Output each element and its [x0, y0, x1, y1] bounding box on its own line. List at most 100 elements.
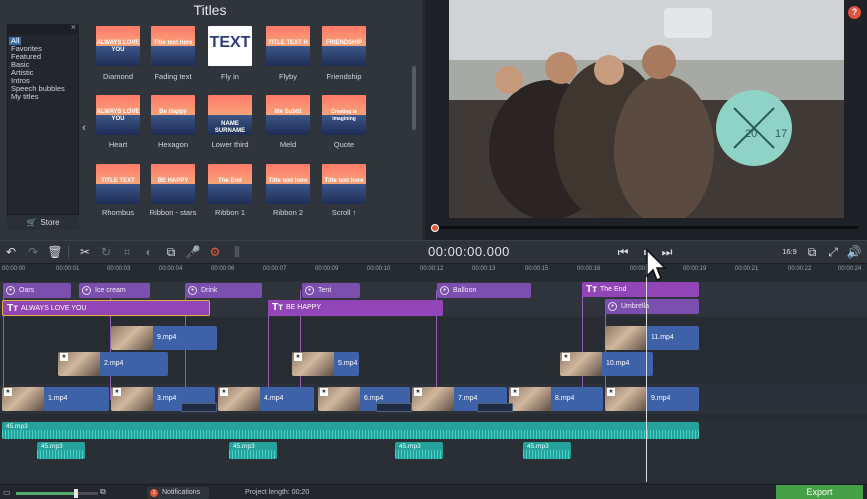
tile-preview-text: The End	[218, 178, 242, 184]
title-tile-diamond[interactable]: ALWAYS LOVE YOU	[96, 26, 140, 66]
tile-label: Ribbon 1	[214, 208, 246, 217]
sticker-clip-tent[interactable]: ● Tent	[302, 283, 360, 298]
title-tile-ribbon-2[interactable]: Title text here	[266, 164, 310, 204]
skip-back-icon[interactable]: ⏮	[614, 244, 632, 260]
tile-preview-text: Creating is imagining	[331, 109, 357, 122]
collapse-panel-button[interactable]: ‹	[79, 24, 89, 232]
titles-scrollbar[interactable]	[412, 66, 416, 130]
clip-label: 5.mp4	[338, 360, 358, 367]
tile-label: Fading text	[154, 72, 192, 81]
title-tile-friendship[interactable]: FRIENDSHIP	[322, 26, 366, 66]
preview-frame-image: 20 17	[449, 0, 844, 218]
video-clip-1[interactable]: ★ 1.mp4	[2, 387, 109, 411]
crop-icon[interactable]: ⌗	[118, 244, 136, 260]
ruler-tick: 00:00:03	[107, 266, 131, 272]
equalizer-icon[interactable]: ⫼	[228, 244, 246, 260]
clip-label: 4.mp4	[264, 395, 284, 402]
title-tile-heart[interactable]: ALWAYS LOVE YOU	[96, 95, 140, 135]
title-tile-lower-third[interactable]: NAME SURNAME	[208, 95, 252, 135]
title-tile-fly-in[interactable]: TEXT	[208, 26, 252, 66]
category-search-input[interactable]: ×	[7, 22, 79, 34]
transition-marker[interactable]	[376, 403, 412, 412]
color-adjust-icon[interactable]: ◐	[140, 244, 158, 260]
settings-gear-icon[interactable]: ⚙	[206, 244, 224, 260]
audio-clip-small[interactable]: 45.mp3	[395, 442, 443, 459]
zoom-slider-knob[interactable]	[74, 489, 78, 498]
audio-clip-small[interactable]: 45.mp3	[229, 442, 277, 459]
video-preview[interactable]: 20 17	[449, 0, 844, 218]
category-list[interactable]: All Favorites Featured Basic Artistic In…	[7, 24, 79, 218]
zoom-slider[interactable]	[16, 492, 76, 495]
clip-label: 1.mp4	[48, 395, 68, 402]
ruler-tick: 00:00:13	[472, 266, 496, 272]
title-tile-quote[interactable]: Creating is imagining	[322, 95, 366, 135]
tile-label: Ribbon - stars	[149, 208, 197, 217]
transition-marker[interactable]	[477, 403, 513, 412]
preview-seek-bar[interactable]	[432, 226, 858, 229]
title-tile-ribbon-1[interactable]: The End	[208, 164, 252, 204]
zoom-slider-track	[76, 492, 98, 495]
clip-label: Oars	[19, 287, 35, 294]
sticker-clip-umbrella[interactable]: ● Umbrella	[605, 299, 699, 314]
zoom-in-icon[interactable]: ⧉	[100, 487, 106, 497]
undo-icon[interactable]: ↶	[2, 244, 20, 260]
clip-label: 8.mp4	[555, 395, 575, 402]
seek-knob[interactable]	[431, 224, 439, 232]
external-preview-icon[interactable]: ⧉	[803, 244, 821, 260]
video-clip-10[interactable]: ★ 10.mp4	[560, 352, 653, 376]
title-tile-hexagon[interactable]: Be Happy	[151, 95, 195, 135]
rotate-icon[interactable]: ↻	[97, 244, 115, 260]
cut-icon[interactable]: ✂	[76, 244, 94, 260]
delete-icon[interactable]: 🗑	[46, 244, 64, 260]
zoom-out-icon[interactable]: ▭	[3, 488, 11, 497]
audio-clip-small[interactable]: 45.mp3	[523, 442, 571, 459]
video-clip-8[interactable]: ★ 8.mp4	[509, 387, 603, 411]
title-clip-be-happy[interactable]: Tт BE HAPPY	[268, 300, 443, 316]
volume-icon[interactable]: 🔊	[845, 244, 863, 260]
title-tile-fading-text[interactable]: Title text here	[151, 26, 195, 66]
sticker-clip-ice-cream[interactable]: ● Ice cream	[79, 283, 150, 298]
title-clip-the-end[interactable]: Tт The End	[582, 282, 699, 297]
ruler-tick: 00:00:12	[420, 266, 444, 272]
tile-preview-text: NAME SURNAME	[214, 121, 246, 134]
tile-label: Hexagon	[157, 140, 189, 149]
clip-properties-icon[interactable]: ⧉	[162, 244, 180, 260]
video-clip-9-overlay[interactable]: 9.mp4	[111, 326, 217, 350]
title-tile-ribbon-stars[interactable]: BE HAPPY	[151, 164, 195, 204]
export-button[interactable]: Export	[776, 485, 863, 499]
audio-clip-small[interactable]: 45.mp3	[37, 442, 85, 459]
video-clip-4[interactable]: ★ 4.mp4	[218, 387, 314, 411]
clip-label: 9.mp4	[651, 395, 671, 402]
clear-search-icon[interactable]: ×	[71, 22, 76, 32]
transition-marker[interactable]	[181, 403, 217, 412]
sticker-clip-balloon[interactable]: ● Balloon	[437, 283, 531, 298]
chevron-left-icon: ‹	[82, 122, 86, 134]
title-tile-rhombus[interactable]: TITLE TEXT	[96, 164, 140, 204]
store-button[interactable]: 🛒 Store	[7, 214, 79, 230]
microphone-icon[interactable]: 🎤	[184, 244, 202, 260]
playhead[interactable]	[646, 264, 647, 482]
aspect-ratio-button[interactable]: 16:9	[780, 245, 799, 258]
video-clip-5[interactable]: ★ 5.mp4	[292, 352, 359, 376]
clip-label: 9.mp4	[157, 334, 177, 341]
tile-label: Diamond	[102, 72, 133, 81]
tile-label: Ribbon 2	[272, 208, 304, 217]
redo-icon[interactable]: ↷	[24, 244, 42, 260]
audio-clip-main[interactable]: 45.mp3	[2, 422, 699, 439]
store-label: Store	[40, 218, 60, 227]
title-tile-flyby[interactable]: TITLE TEXT H	[266, 26, 310, 66]
fullscreen-icon[interactable]: ⤢	[824, 244, 842, 260]
video-clip-11[interactable]: 11.mp4	[605, 326, 699, 350]
title-tile-meld[interactable]: itle Subtit	[266, 95, 310, 135]
tile-label: Friendship	[326, 72, 362, 81]
tile-preview-text: TEXT	[209, 34, 251, 51]
title-tile-scroll[interactable]: Title text here	[322, 164, 366, 204]
help-button[interactable]: ?	[848, 6, 861, 19]
sticker-clip-oars[interactable]: ● Oars	[3, 283, 71, 298]
sticker-clip-drink[interactable]: ● Drink	[185, 283, 262, 298]
video-clip-9[interactable]: ★ 9.mp4	[605, 387, 699, 411]
video-clip-2[interactable]: ★ 2.mp4	[58, 352, 168, 376]
category-my-titles[interactable]: My titles	[11, 93, 39, 101]
title-clip-always-love-you[interactable]: Tт ALWAYS LOVE YOU	[2, 300, 210, 316]
tile-label: Quote	[333, 140, 355, 149]
